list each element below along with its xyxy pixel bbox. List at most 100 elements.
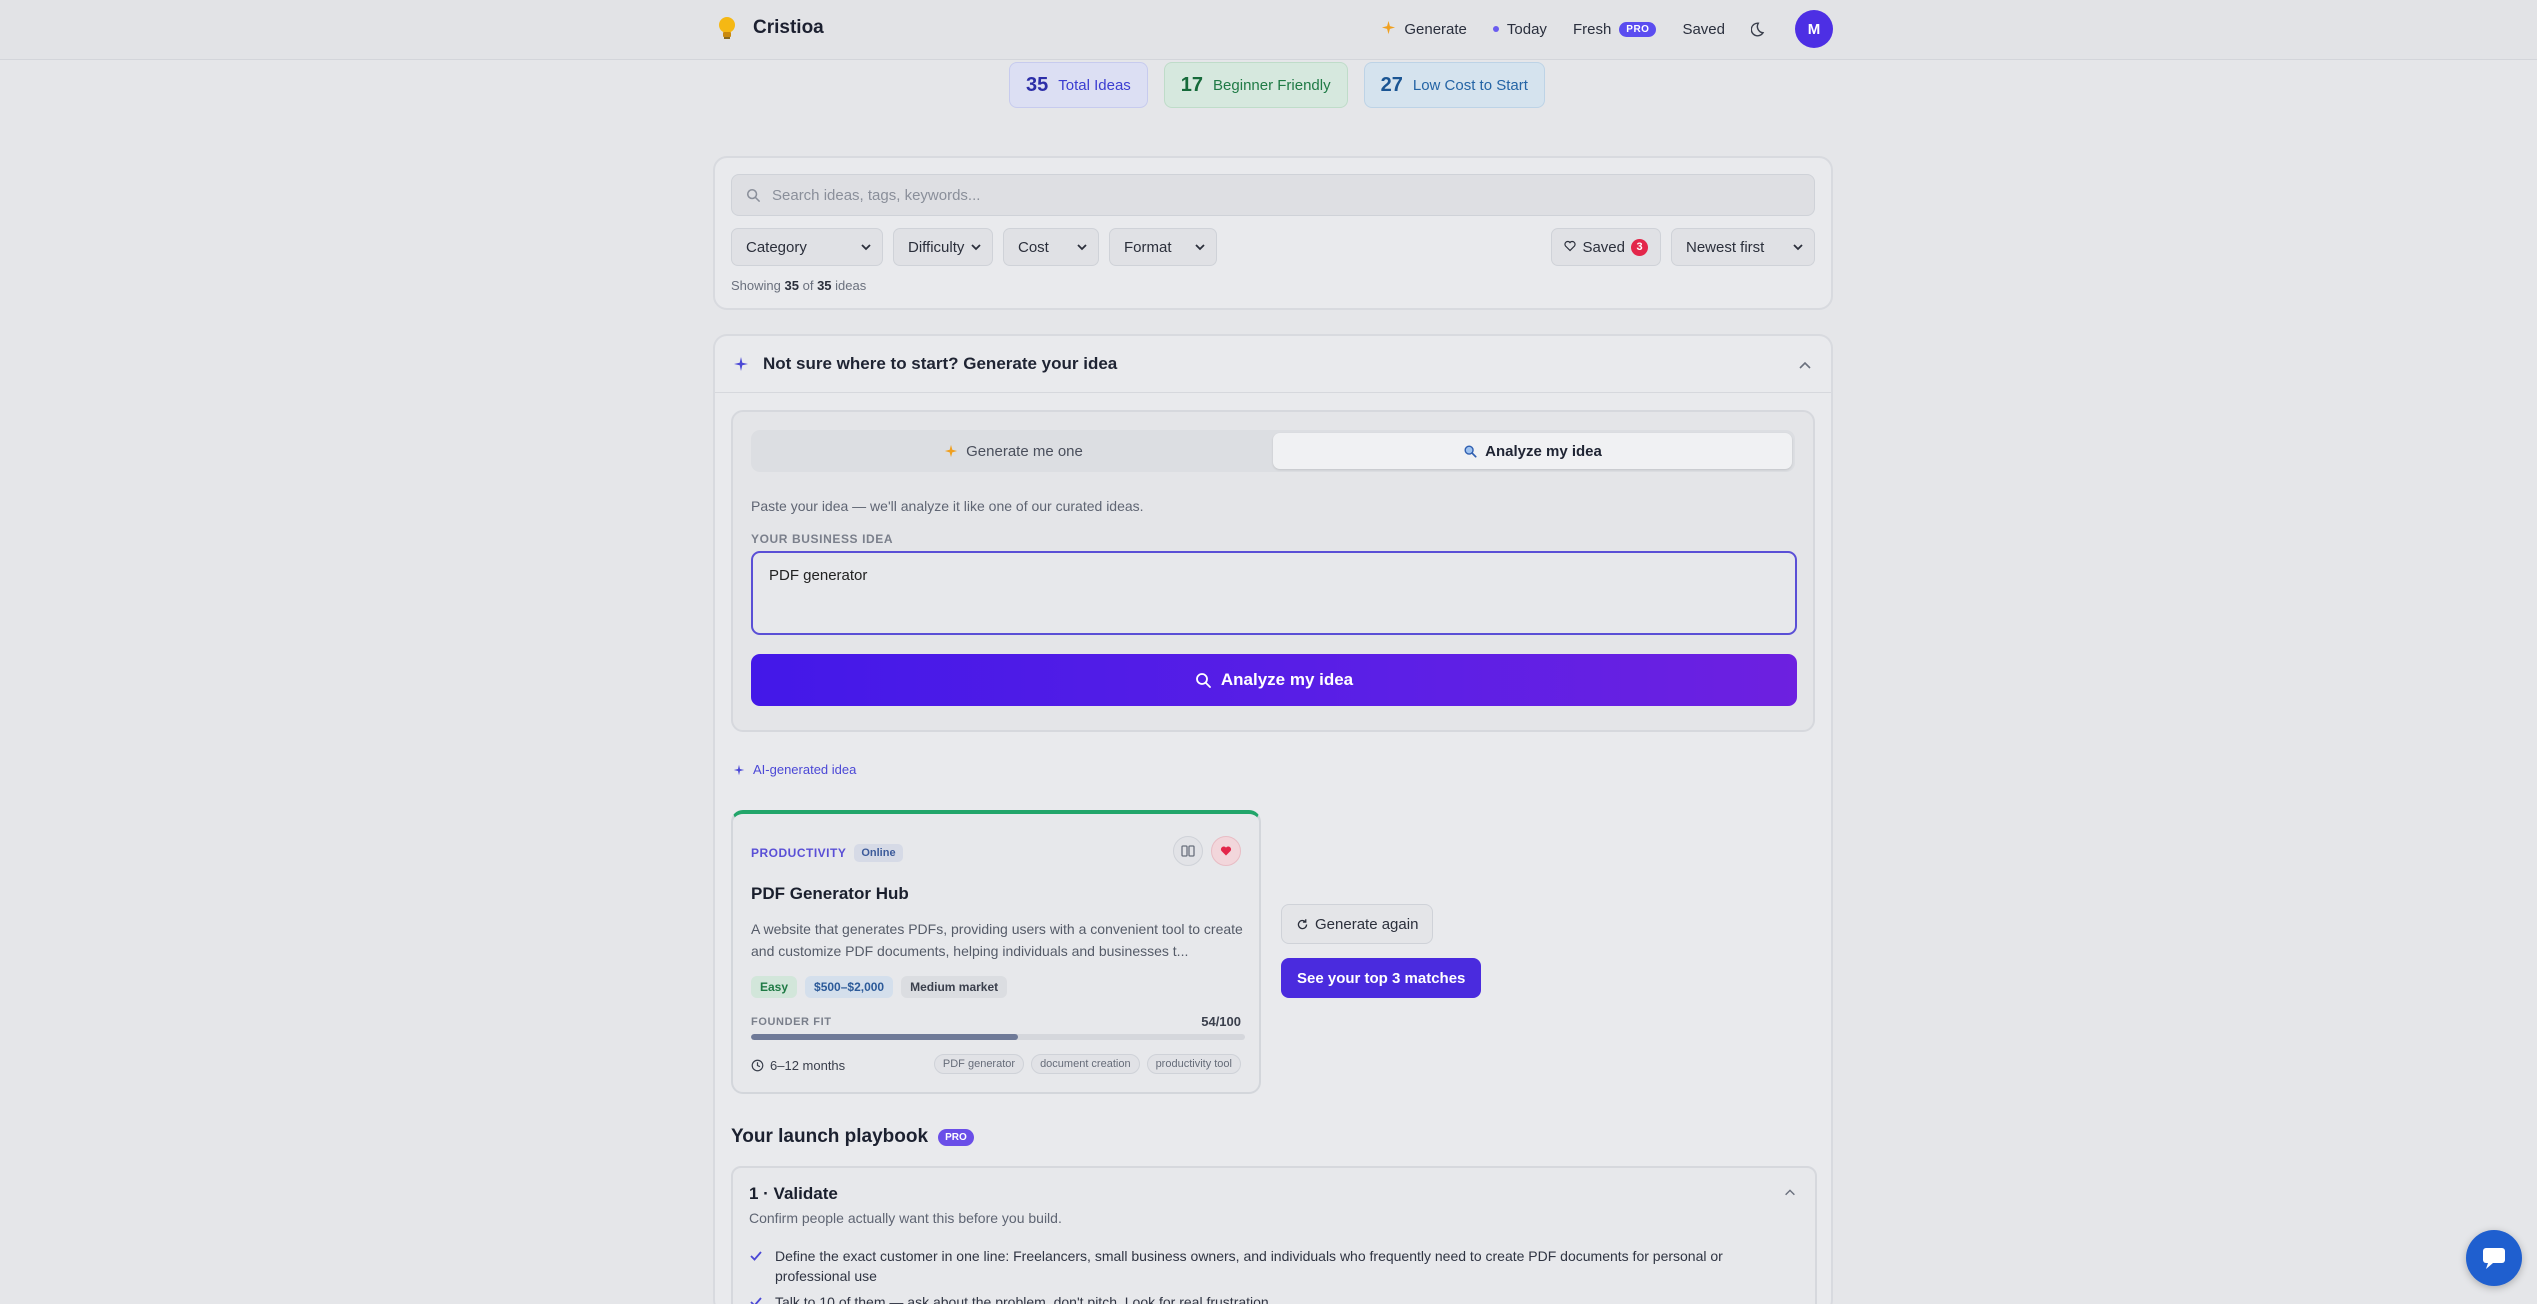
saved-filter-button[interactable]: Saved 3 (1551, 228, 1661, 266)
generator-description: Paste your idea — we'll analyze it like … (751, 498, 1144, 514)
cost-select[interactable]: Cost (1003, 228, 1099, 266)
refresh-icon (1297, 918, 1308, 929)
ai-generated-text: AI-generated idea (753, 762, 857, 777)
stat-label: Total Ideas (1058, 76, 1131, 94)
divider (715, 392, 1831, 393)
saved-count-badge: 3 (1631, 238, 1648, 256)
showing-total: 35 (817, 278, 832, 293)
cost-select-label: Cost (1018, 238, 1049, 256)
idea-tag[interactable]: productivity tool (1146, 1054, 1241, 1074)
stats-row: 35 Total Ideas 17 Beginner Friendly 27 L… (1009, 62, 1545, 108)
magnifier-icon (1464, 445, 1477, 458)
compare-icon (1181, 845, 1195, 857)
tab-generate[interactable]: Generate me one (754, 433, 1273, 469)
showing-prefix: Showing (731, 278, 781, 293)
nav-generate[interactable]: Generate (1381, 20, 1467, 39)
clock-icon (751, 1059, 764, 1072)
category-select-label: Category (746, 238, 807, 256)
category-select[interactable]: Category (731, 228, 883, 266)
chevron-down-icon (971, 244, 981, 251)
nav-today[interactable]: Today (1492, 21, 1547, 38)
filter-right: Saved 3 Newest first (1551, 228, 1815, 266)
stat-value: 17 (1180, 73, 1204, 96)
sort-select[interactable]: Newest first (1671, 228, 1815, 266)
chevron-up-icon[interactable] (1783, 1186, 1797, 1200)
stat-label: Low Cost to Start (1412, 76, 1528, 94)
sort-select-label: Newest first (1686, 238, 1765, 256)
chat-button[interactable] (2466, 1230, 2522, 1286)
stat-total-ideas[interactable]: 35 Total Ideas (1009, 62, 1148, 108)
card-meta: PRODUCTIVITY Online (751, 844, 903, 862)
sparkle-icon (1381, 20, 1396, 39)
avatar[interactable]: M (1795, 10, 1833, 48)
playbook-title: Your launch playbook (731, 1126, 929, 1147)
search-box[interactable] (731, 174, 1815, 216)
idea-tags: PDF generator document creation producti… (933, 1054, 1241, 1074)
heart-icon (1220, 846, 1232, 856)
showing-of: of (802, 278, 814, 293)
market-chip: Medium market (901, 976, 1008, 998)
lightbulb-icon (713, 14, 741, 42)
saved-filter-label: Saved (1582, 238, 1625, 256)
playbook-header: Your launch playbook PRO (731, 1126, 974, 1148)
idea-chips: Easy $500–$2,000 Medium market (751, 976, 1008, 998)
today-dot-icon (1492, 26, 1499, 32)
difficulty-chip: Easy (751, 976, 798, 998)
nav-saved[interactable]: Saved (1682, 21, 1725, 38)
stat-low-cost[interactable]: 27 Low Cost to Start (1363, 62, 1545, 108)
nav-fresh-label: Fresh (1572, 20, 1612, 38)
step-title: 1 · Validate (749, 1184, 838, 1203)
heart-outline-icon (1564, 239, 1577, 256)
brand[interactable]: Cristioa (713, 14, 824, 42)
nav-saved-label: Saved (1682, 20, 1725, 38)
idea-field-label: YOUR BUSINESS IDEA (751, 532, 894, 546)
generator-title: Not sure where to start? Generate your i… (763, 354, 1118, 373)
idea-format-badge: Online (854, 844, 903, 862)
theme-toggle[interactable] (1751, 20, 1769, 38)
chevron-down-icon (1077, 244, 1087, 251)
idea-textarea[interactable]: PDF generator (751, 551, 1797, 635)
chevron-down-icon (1195, 244, 1205, 251)
generator-tabs: Generate me one Analyze my idea (751, 430, 1795, 472)
chevron-down-icon (1793, 244, 1803, 251)
compare-button[interactable] (1173, 836, 1203, 866)
check-icon (750, 1251, 762, 1261)
idea-card[interactable]: PRODUCTIVITY Online PDF Generator Hub A … (731, 810, 1261, 1094)
checklist-text: Talk to 10 of them — ask about the probl… (775, 1294, 1273, 1304)
search-input[interactable] (772, 186, 1672, 204)
founder-fit-label: FOUNDER FIT (751, 1016, 832, 1028)
sparkle-icon (733, 764, 745, 775)
tab-analyze-label: Analyze my idea (1485, 442, 1602, 460)
idea-title: PDF Generator Hub (751, 884, 909, 903)
difficulty-select-label: Difficulty (908, 238, 965, 256)
favorite-button[interactable] (1211, 836, 1241, 866)
chevron-up-icon[interactable] (1797, 358, 1813, 374)
pro-badge: PRO (1619, 21, 1657, 37)
idea-tag[interactable]: document creation (1031, 1054, 1140, 1074)
generator-header[interactable]: Not sure where to start? Generate your i… (733, 354, 1117, 374)
playbook-step-validate[interactable]: 1 · Validate Confirm people actually wan… (731, 1166, 1817, 1304)
analyze-button[interactable]: Analyze my idea (751, 654, 1797, 706)
stat-beginner-friendly[interactable]: 17 Beginner Friendly (1163, 62, 1348, 108)
format-select-label: Format (1124, 238, 1172, 256)
chevron-down-icon (861, 244, 871, 251)
showing-count: 35 (784, 278, 799, 293)
top-navbar: Cristioa Generate Today Fresh PRO Saved (0, 0, 2537, 60)
top-matches-button[interactable]: See your top 3 matches (1281, 958, 1482, 998)
tab-analyze[interactable]: Analyze my idea (1273, 433, 1792, 469)
nav-fresh[interactable]: Fresh PRO (1573, 21, 1657, 38)
pro-badge: PRO (938, 1128, 974, 1146)
idea-category: PRODUCTIVITY (751, 846, 847, 860)
card-actions (1173, 836, 1241, 866)
generate-again-label: Generate again (1315, 915, 1419, 933)
format-select[interactable]: Format (1109, 228, 1217, 266)
ai-generated-label: AI-generated idea (733, 762, 856, 777)
checklist-item[interactable]: Talk to 10 of them — ask about the probl… (749, 1292, 1789, 1304)
checklist-item[interactable]: Define the exact customer in one line: F… (749, 1246, 1789, 1286)
stat-value: 27 (1380, 73, 1403, 96)
timeline-text: 6–12 months (770, 1058, 846, 1073)
idea-tag[interactable]: PDF generator (933, 1054, 1025, 1074)
difficulty-select[interactable]: Difficulty (893, 228, 993, 266)
generate-again-button[interactable]: Generate again (1281, 904, 1434, 944)
stat-label: Beginner Friendly (1213, 76, 1331, 94)
